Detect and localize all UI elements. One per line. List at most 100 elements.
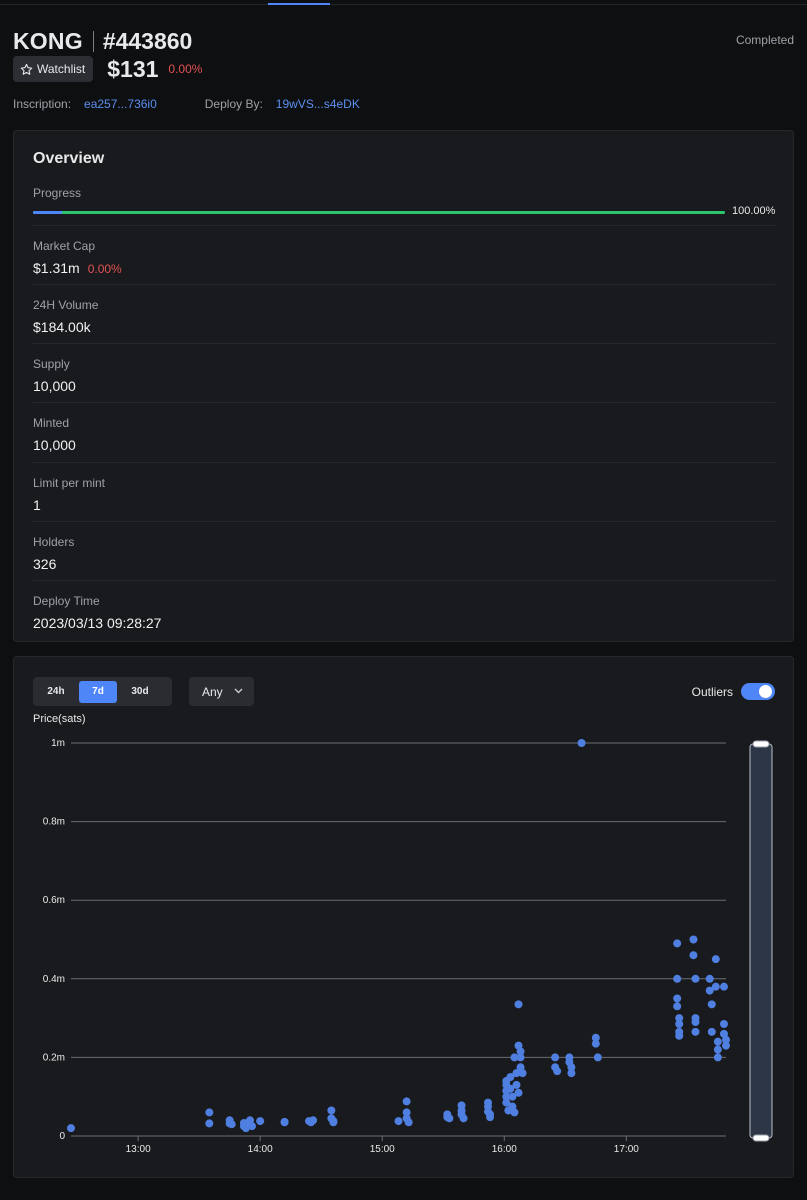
data-point xyxy=(713,1053,722,1062)
x-tick-label: 13:00 xyxy=(126,1144,151,1155)
range-30d-button[interactable]: 30d xyxy=(121,681,159,703)
supply-value: 10,000 xyxy=(33,378,76,394)
data-point xyxy=(280,1118,289,1127)
data-point xyxy=(707,1000,716,1009)
range-handle-top[interactable] xyxy=(752,740,770,748)
data-point xyxy=(675,1019,684,1028)
data-point xyxy=(514,1088,523,1097)
filter-select-value: Any xyxy=(202,684,223,699)
holders-row: Holders 326 xyxy=(33,535,775,572)
holders-label: Holders xyxy=(33,535,75,549)
filter-select[interactable]: Any xyxy=(189,677,254,706)
data-point xyxy=(577,739,586,747)
range-7d-button[interactable]: 7d xyxy=(79,680,117,703)
title-separator xyxy=(92,30,94,52)
supply-row: Supply 10,000 xyxy=(33,357,775,394)
data-point xyxy=(713,1037,722,1046)
progress-fill xyxy=(33,211,725,214)
range-24h-button[interactable]: 24h xyxy=(37,681,75,703)
deploy-time-row: Deploy Time 2023/03/13 09:28:27 xyxy=(33,594,775,631)
token-title: KONG #443860 xyxy=(13,27,192,55)
data-point xyxy=(711,955,720,964)
inscription-number: #443860 xyxy=(102,27,193,54)
star-icon xyxy=(20,63,33,75)
data-point xyxy=(551,1053,560,1062)
data-point xyxy=(691,1027,700,1036)
data-point xyxy=(459,1114,468,1123)
watchlist-button[interactable]: Watchlist xyxy=(13,56,94,82)
data-point xyxy=(689,951,698,960)
supply-label: Supply xyxy=(33,357,70,371)
range-handle-bottom[interactable] xyxy=(752,1134,770,1142)
active-tab-indicator xyxy=(268,3,330,5)
progress-row: Progress xyxy=(33,186,775,200)
data-point xyxy=(705,974,714,983)
progress-percent: 100.00% xyxy=(732,205,776,217)
data-point xyxy=(248,1122,257,1131)
progress-start-segment xyxy=(33,211,62,214)
data-point xyxy=(445,1114,454,1123)
data-point xyxy=(510,1108,519,1117)
price-chart-card: 24h 7d 30d Any Outliers Price(sats) 0 0.2… xyxy=(13,656,794,1178)
market-cap-row: Market Cap $1.31m 0.00% xyxy=(33,239,775,276)
data-point xyxy=(691,974,700,983)
data-point xyxy=(205,1108,214,1117)
volume-row: 24H Volume $184.00k xyxy=(33,298,775,335)
data-point xyxy=(516,1053,525,1062)
data-point xyxy=(567,1069,576,1078)
data-point xyxy=(486,1113,495,1122)
data-point xyxy=(256,1117,265,1126)
meta-row: Inscription: ea257...736i0 Deploy By: 19… xyxy=(13,97,360,111)
holders-value: 326 xyxy=(33,556,57,572)
data-point xyxy=(711,982,720,991)
y-tick-label: 0.4m xyxy=(43,974,65,985)
data-point xyxy=(689,935,698,944)
data-point xyxy=(227,1120,236,1129)
data-point xyxy=(707,1027,716,1036)
range-scrollbar[interactable] xyxy=(749,743,773,1139)
deploy-time-label: Deploy Time xyxy=(33,594,100,608)
chevron-down-icon xyxy=(234,688,243,694)
data-point xyxy=(673,974,682,983)
data-point xyxy=(673,994,682,1003)
token-ticker: KONG xyxy=(13,27,83,54)
watchlist-label: Watchlist xyxy=(37,62,86,76)
data-point xyxy=(719,1019,728,1028)
data-point xyxy=(205,1119,214,1128)
minted-label: Minted xyxy=(33,416,70,430)
market-cap-change: 0.00% xyxy=(87,262,122,276)
limit-label: Limit per mint xyxy=(33,476,106,490)
y-tick-label: 1m xyxy=(51,738,65,749)
data-point xyxy=(722,1041,730,1050)
data-point xyxy=(404,1118,413,1127)
toggle-knob xyxy=(759,685,772,698)
data-point xyxy=(553,1067,562,1076)
data-point xyxy=(675,1031,684,1040)
market-cap-value: $1.31m xyxy=(33,260,80,276)
y-tick-label: 0.2m xyxy=(43,1052,65,1063)
deployer-link[interactable]: 19wVS...s4eDK xyxy=(276,97,360,111)
token-price: $131 xyxy=(107,55,159,82)
data-point xyxy=(309,1116,318,1125)
price-change: 0.00% xyxy=(168,62,203,76)
data-point xyxy=(593,1053,602,1062)
x-tick-label: 15:00 xyxy=(370,1144,395,1155)
data-point xyxy=(673,1002,682,1011)
data-point xyxy=(327,1106,336,1115)
data-point xyxy=(518,1069,527,1078)
x-tick-label: 14:00 xyxy=(248,1144,273,1155)
limit-value: 1 xyxy=(33,497,41,513)
x-tick-label: 17:00 xyxy=(614,1144,639,1155)
market-cap-label: Market Cap xyxy=(33,239,96,253)
data-point xyxy=(514,1000,523,1009)
inscription-link[interactable]: ea257...736i0 xyxy=(84,97,157,111)
inscription-label: Inscription: xyxy=(13,97,72,111)
overview-title: Overview xyxy=(33,150,105,167)
data-point xyxy=(67,1124,75,1133)
status-label: Completed xyxy=(735,33,794,47)
progress-label: Progress xyxy=(33,186,82,200)
outliers-toggle[interactable] xyxy=(741,683,775,700)
price-row: Watchlist $131 0.00% xyxy=(13,56,202,82)
data-point xyxy=(512,1080,521,1089)
y-axis-label: Price(sats) xyxy=(33,713,86,725)
